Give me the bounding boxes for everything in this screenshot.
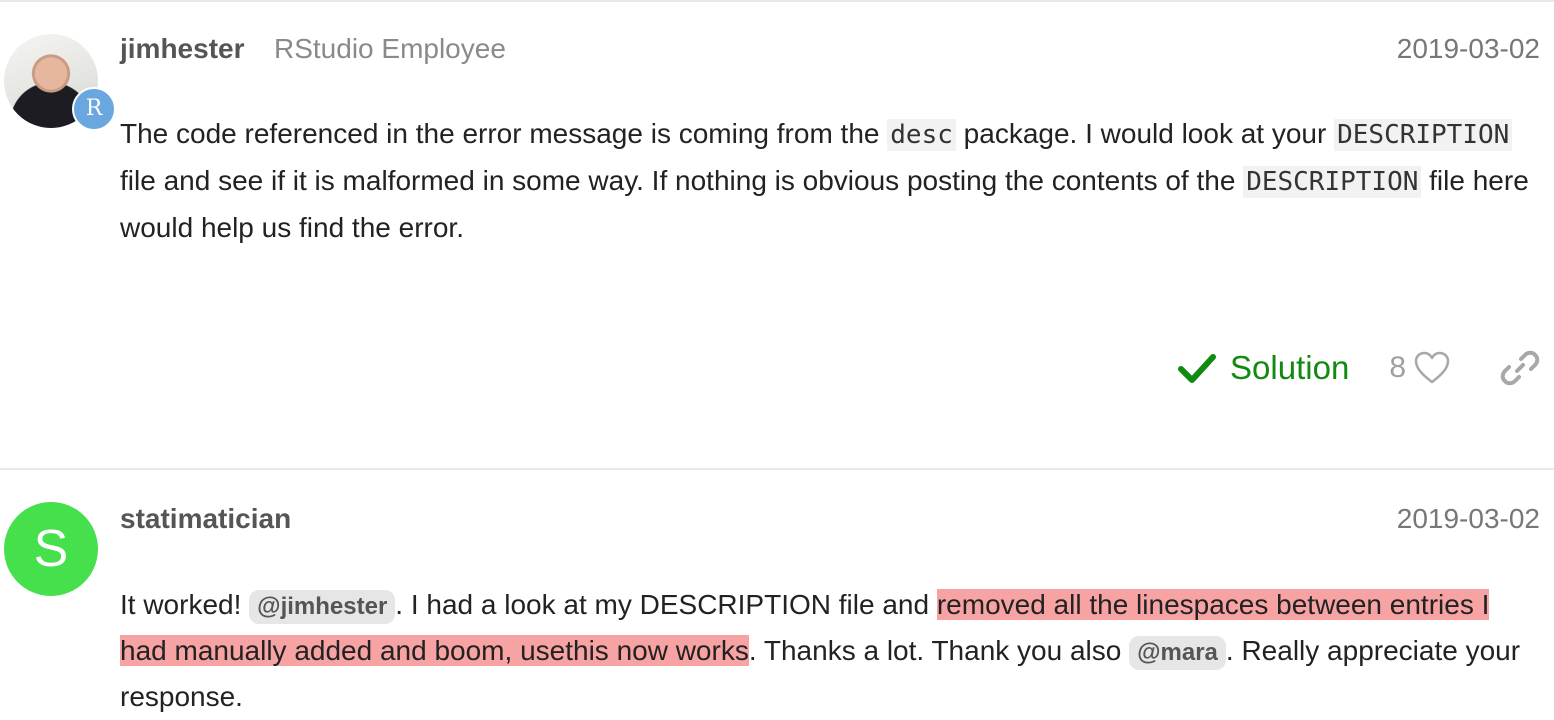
check-icon bbox=[1178, 354, 1217, 383]
body-text: file and see if it is malformed in some … bbox=[120, 165, 1244, 196]
username-link[interactable]: statimatician bbox=[120, 503, 291, 535]
body-text: . Thanks a lot. Thank you also bbox=[748, 635, 1130, 666]
like-count[interactable]: 8 bbox=[1389, 351, 1406, 385]
mention-link[interactable]: @mara bbox=[1129, 636, 1226, 670]
inline-code: DESCRIPTION bbox=[1243, 166, 1422, 198]
post-date[interactable]: 2019-03-02 bbox=[1397, 33, 1540, 65]
mention-link[interactable]: @jimhester bbox=[249, 590, 396, 624]
body-text: . I had a look at my DESCRIPTION file an… bbox=[395, 589, 937, 620]
solution-button[interactable]: Solution bbox=[1178, 349, 1349, 387]
body-text: It worked! bbox=[120, 589, 250, 620]
avatar[interactable]: S bbox=[4, 502, 98, 596]
heart-icon[interactable] bbox=[1414, 351, 1450, 385]
body-text: package. I would look at your bbox=[955, 118, 1335, 149]
inline-code: desc bbox=[887, 119, 956, 151]
post-date[interactable]: 2019-03-02 bbox=[1397, 503, 1540, 535]
user-title: RStudio Employee bbox=[274, 33, 506, 64]
link-icon[interactable] bbox=[1500, 348, 1540, 388]
post-statimatician: S statimatician 2019-03-02 It worked! @j… bbox=[0, 470, 1554, 716]
post-actions: Solution 8 bbox=[1178, 342, 1540, 394]
inline-code: DESCRIPTION bbox=[1334, 119, 1513, 151]
flair-badge: R bbox=[72, 87, 116, 131]
post-body: It worked! @jimhester. I had a look at m… bbox=[120, 582, 1540, 720]
post-body: The code referenced in the error message… bbox=[120, 111, 1540, 251]
avatar[interactable]: R bbox=[4, 34, 116, 131]
post-jimhester: R jimhester RStudio Employee 2019-03-02 … bbox=[0, 0, 1554, 468]
solution-label: Solution bbox=[1230, 349, 1350, 386]
body-text: The code referenced in the error message… bbox=[120, 118, 888, 149]
username-link[interactable]: jimhester bbox=[120, 33, 245, 65]
